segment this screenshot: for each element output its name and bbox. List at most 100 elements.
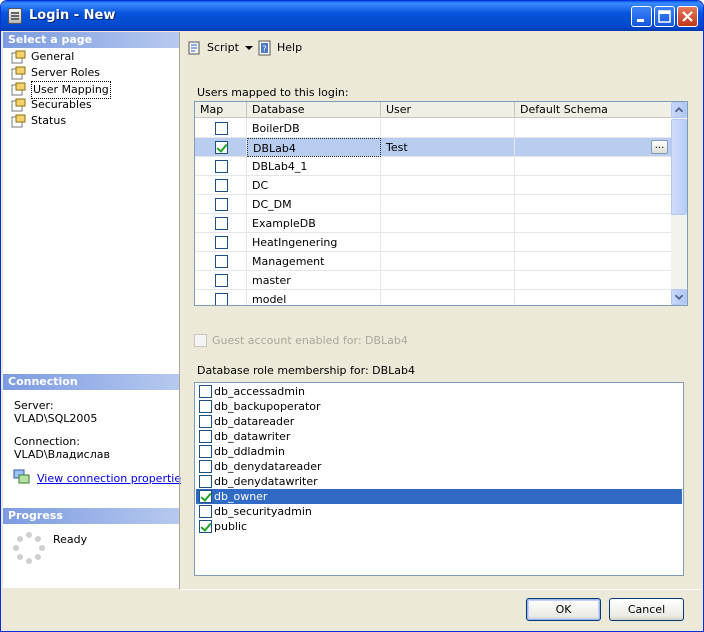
- role-checkbox[interactable]: [199, 400, 212, 413]
- map-checkbox[interactable]: [215, 217, 228, 230]
- default-schema-cell[interactable]: [515, 271, 672, 290]
- database-cell[interactable]: DBLab4: [247, 138, 381, 157]
- column-header-user[interactable]: User: [381, 102, 515, 118]
- user-cell[interactable]: [381, 252, 515, 271]
- mapping-row[interactable]: DBLab4 Test...: [195, 138, 672, 157]
- close-button[interactable]: [677, 6, 698, 27]
- mapping-row[interactable]: DC_DM: [195, 195, 672, 214]
- default-schema-cell[interactable]: [515, 214, 672, 233]
- role-checkbox[interactable]: [199, 505, 212, 518]
- mapping-row[interactable]: model: [195, 290, 672, 305]
- role-item[interactable]: db_ddladmin: [196, 444, 682, 459]
- page-general[interactable]: General: [7, 49, 74, 65]
- help-button[interactable]: ? Help: [257, 40, 302, 56]
- default-schema-cell[interactable]: [515, 157, 672, 176]
- mapping-row[interactable]: ExampleDB: [195, 214, 672, 233]
- map-checkbox[interactable]: [215, 141, 228, 154]
- column-header-database[interactable]: Database: [247, 102, 381, 118]
- database-cell[interactable]: DC_DM: [247, 195, 381, 214]
- user-cell[interactable]: [381, 214, 515, 233]
- mapping-row[interactable]: DBLab4_1: [195, 157, 672, 176]
- database-cell[interactable]: master: [247, 271, 381, 290]
- user-cell[interactable]: [381, 271, 515, 290]
- role-item[interactable]: db_datawriter: [196, 429, 682, 444]
- database-cell[interactable]: model: [247, 290, 381, 305]
- map-checkbox[interactable]: [215, 293, 228, 305]
- database-cell[interactable]: ExampleDB: [247, 214, 381, 233]
- map-checkbox[interactable]: [215, 179, 228, 192]
- database-cell[interactable]: DBLab4_1: [247, 157, 381, 176]
- default-schema-cell[interactable]: [515, 119, 672, 138]
- connection-label: Connection:: [14, 435, 80, 448]
- browse-schema-button[interactable]: ...: [651, 140, 668, 154]
- guest-account-checkbox[interactable]: [194, 334, 207, 347]
- default-schema-cell[interactable]: ...: [515, 138, 672, 157]
- page-user-mapping[interactable]: User Mapping: [7, 81, 111, 99]
- view-connection-properties-link[interactable]: View connection properties: [37, 472, 187, 485]
- scroll-up-button[interactable]: [671, 102, 687, 118]
- column-header-map[interactable]: Map: [195, 102, 247, 118]
- role-item[interactable]: public: [196, 519, 682, 534]
- role-checkbox[interactable]: [199, 415, 212, 428]
- ok-button[interactable]: OK: [526, 598, 601, 621]
- map-checkbox[interactable]: [215, 255, 228, 268]
- role-item[interactable]: db_owner: [196, 489, 682, 504]
- maximize-icon: [658, 10, 671, 23]
- default-schema-cell[interactable]: [515, 290, 672, 305]
- page-status[interactable]: Status: [7, 113, 66, 129]
- mapping-row[interactable]: Management: [195, 252, 672, 271]
- database-cell[interactable]: Management: [247, 252, 381, 271]
- role-checkbox[interactable]: [199, 385, 212, 398]
- mapping-row[interactable]: HeatIngenering: [195, 233, 672, 252]
- role-item[interactable]: db_securityadmin: [196, 504, 682, 519]
- map-checkbox[interactable]: [215, 122, 228, 135]
- map-checkbox[interactable]: [215, 198, 228, 211]
- database-cell[interactable]: HeatIngenering: [247, 233, 381, 252]
- role-name: db_accessadmin: [214, 385, 305, 398]
- column-header-default-schema[interactable]: Default Schema: [515, 102, 672, 118]
- role-checkbox[interactable]: [199, 520, 212, 533]
- user-cell[interactable]: [381, 290, 515, 305]
- role-name: db_backupoperator: [214, 400, 321, 413]
- default-schema-cell[interactable]: [515, 252, 672, 271]
- user-cell[interactable]: [381, 119, 515, 138]
- role-checkbox[interactable]: [199, 475, 212, 488]
- role-checkbox[interactable]: [199, 460, 212, 473]
- role-item[interactable]: db_denydatawriter: [196, 474, 682, 489]
- role-item[interactable]: db_backupoperator: [196, 399, 682, 414]
- mapping-row[interactable]: master: [195, 271, 672, 290]
- role-item[interactable]: db_datareader: [196, 414, 682, 429]
- user-cell[interactable]: [381, 233, 515, 252]
- maximize-button[interactable]: [654, 6, 675, 27]
- map-checkbox[interactable]: [215, 236, 228, 249]
- title-bar[interactable]: Login - New: [1, 1, 703, 31]
- map-checkbox[interactable]: [215, 274, 228, 287]
- role-checkbox[interactable]: [199, 490, 212, 503]
- scroll-down-button[interactable]: [671, 289, 687, 305]
- role-checkbox[interactable]: [199, 430, 212, 443]
- default-schema-cell[interactable]: [515, 233, 672, 252]
- database-cell[interactable]: BoilerDB: [247, 119, 381, 138]
- mapping-row[interactable]: BoilerDB: [195, 119, 672, 138]
- grid-header: Map Database User Default Schema: [195, 102, 672, 118]
- script-button[interactable]: Script: [187, 40, 253, 56]
- cancel-button[interactable]: Cancel: [609, 598, 684, 621]
- map-checkbox[interactable]: [215, 160, 228, 173]
- mapping-row[interactable]: DC: [195, 176, 672, 195]
- user-cell[interactable]: [381, 157, 515, 176]
- default-schema-cell[interactable]: [515, 176, 672, 195]
- default-schema-cell[interactable]: [515, 195, 672, 214]
- user-cell[interactable]: Test: [381, 138, 515, 157]
- page-server-roles[interactable]: Server Roles: [7, 65, 100, 81]
- scroll-thumb[interactable]: [671, 119, 687, 215]
- role-item[interactable]: db_denydatareader: [196, 459, 682, 474]
- users-mapped-label: Users mapped to this login:: [197, 86, 349, 99]
- database-cell[interactable]: DC: [247, 176, 381, 195]
- grid-scrollbar[interactable]: [671, 102, 687, 305]
- role-checkbox[interactable]: [199, 445, 212, 458]
- minimize-button[interactable]: [631, 6, 652, 27]
- page-securables[interactable]: Securables: [7, 97, 92, 113]
- role-item[interactable]: db_accessadmin: [196, 384, 682, 399]
- user-cell[interactable]: [381, 176, 515, 195]
- user-cell[interactable]: [381, 195, 515, 214]
